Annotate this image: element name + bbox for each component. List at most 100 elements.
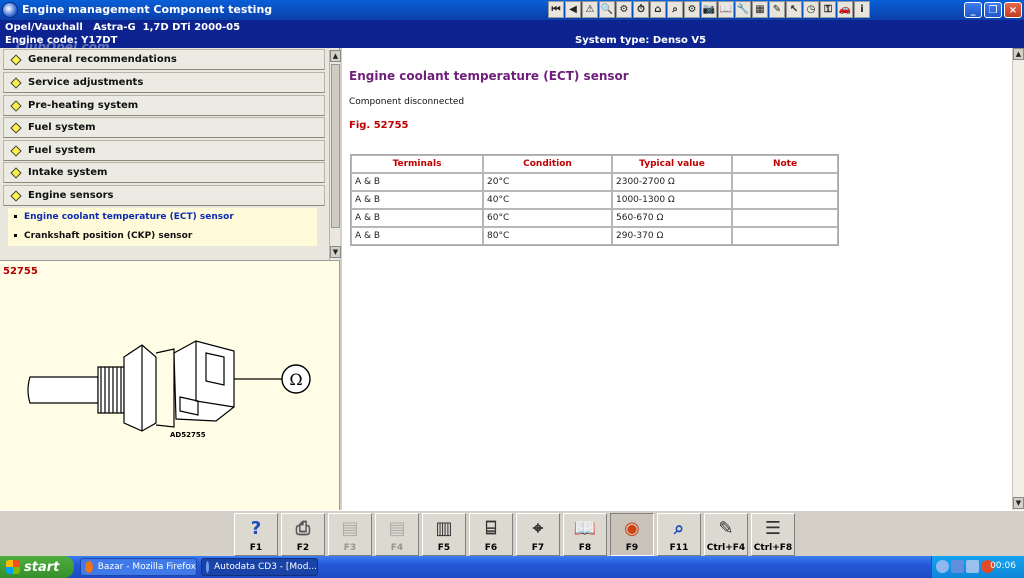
note-cell [732, 173, 838, 191]
scroll-up-arrow-icon[interactable]: ▲ [1013, 48, 1024, 60]
menu-item-service-adjustments[interactable]: Service adjustments [3, 72, 325, 93]
taskbar-item-autodata[interactable]: Autodata CD3 - [Mod... [201, 558, 318, 576]
key-icon[interactable]: ⚿ [820, 1, 836, 18]
windows-logo-icon [6, 560, 20, 574]
terminals-cell: A & B [351, 209, 483, 227]
content-scrollbar[interactable]: ▲ ▼ [1012, 48, 1024, 510]
figure-reference-link[interactable]: Fig. 52755 [349, 120, 409, 131]
function-key-label: F2 [296, 543, 310, 553]
calendar-icon[interactable]: ▦ [752, 1, 768, 18]
function-key-label: Ctrl+F4 [706, 543, 746, 553]
ohm-symbol: Ω [289, 370, 302, 389]
column-header-condition: Condition [483, 155, 612, 173]
table-row: A & B 20°C 2300-2700 Ω [351, 173, 838, 191]
settings-icon[interactable]: ⚙ [616, 1, 632, 18]
close-button[interactable]: × [1004, 2, 1022, 18]
diamond-icon [10, 189, 22, 202]
title-bar: Engine management Component testing ⏮ ◀ ⚠ 🔍… [0, 0, 1024, 20]
first-page-icon[interactable]: ⏮ [548, 1, 564, 18]
submenu-item-ckp-sensor[interactable]: Crankshaft position (CKP) sensor [14, 231, 192, 241]
previous-page-icon[interactable]: ◀ [565, 1, 581, 18]
menu-item-pre-heating-system[interactable]: Pre-heating system [3, 95, 325, 116]
minimize-button[interactable]: _ [964, 2, 982, 18]
network-icon[interactable] [951, 560, 964, 573]
component-icon: ▤ [388, 517, 406, 539]
function-key-ctrl-f4[interactable]: ✎ Ctrl+F4 [704, 513, 748, 556]
connector-icon: ⌸ [485, 517, 497, 539]
function-key-label: F9 [625, 543, 639, 553]
info-icon[interactable]: i [854, 1, 870, 18]
menu-item-engine-sensors[interactable]: Engine sensors [3, 185, 325, 206]
note-cell [732, 227, 838, 245]
function-key-label: F8 [578, 543, 592, 553]
function-key-label: F4 [390, 543, 404, 553]
column-header-note: Note [732, 155, 838, 173]
typical-value-cell: 290-370 Ω [612, 227, 732, 245]
book-icon[interactable]: 📖 [718, 1, 734, 18]
scroll-down-arrow-icon[interactable]: ▼ [330, 246, 341, 258]
function-key-label: F6 [484, 543, 498, 553]
function-key-f5[interactable]: ▥ F5 [422, 513, 466, 556]
volume-icon[interactable] [966, 560, 979, 573]
home-icon[interactable]: ⌂ [650, 1, 666, 18]
probe-icon: ⌖ [532, 517, 544, 539]
function-key-f8[interactable]: 📖 F8 [563, 513, 607, 556]
scroll-up-arrow-icon[interactable]: ▲ [330, 50, 341, 62]
function-key-f2[interactable]: ⎙ F2 [281, 513, 325, 556]
function-key-label: F3 [343, 543, 357, 553]
taskbar: start Bazar - Mozilla Firefox Autodata C… [0, 556, 1024, 578]
diamond-icon [10, 166, 22, 179]
zoom-icon[interactable]: 🔍 [599, 1, 615, 18]
firefox-icon [85, 561, 93, 573]
restore-button[interactable]: ❐ [984, 2, 1002, 18]
menu-item-intake-system[interactable]: Intake system [3, 162, 325, 183]
function-key-f6[interactable]: ⌸ F6 [469, 513, 513, 556]
function-key-f7[interactable]: ⌖ F7 [516, 513, 560, 556]
search-icon[interactable]: ⌕ [667, 1, 683, 18]
function-key-f11[interactable]: ⌕ F11 [657, 513, 701, 556]
list-icon: ☰ [764, 517, 782, 539]
scrollbar-thumb[interactable] [331, 64, 340, 228]
view-icon: ▤ [341, 517, 359, 539]
scroll-down-arrow-icon[interactable]: ▼ [1013, 497, 1024, 509]
window-title: Engine management Component testing [22, 3, 273, 16]
menu-item-general-recommendations[interactable]: General recommendations [3, 49, 325, 70]
bullet-icon [14, 234, 17, 237]
content-panel: Engine coolant temperature (ECT) sensor … [342, 48, 1024, 510]
function-key-label: F1 [249, 543, 263, 553]
function-key-ctrl-f8[interactable]: ☰ Ctrl+F8 [751, 513, 795, 556]
submenu-item-ect-sensor[interactable]: Engine coolant temperature (ECT) sensor [14, 212, 234, 222]
window-controls: _ ❐ × [964, 2, 1022, 18]
notes-icon[interactable]: ✎ [769, 1, 785, 18]
warning-icon[interactable]: ⚠ [582, 1, 598, 18]
terminals-cell: A & B [351, 173, 483, 191]
note-cell [732, 191, 838, 209]
help-icon: ? [250, 517, 262, 539]
diamond-icon [10, 53, 22, 66]
cursor-icon[interactable]: ↖ [786, 1, 802, 18]
menu-item-fuel-system[interactable]: Fuel system [3, 117, 325, 138]
car-icon[interactable]: 🚗 [837, 1, 853, 18]
back-icon[interactable] [936, 560, 949, 573]
function-key-label: F11 [669, 543, 689, 553]
function-key-f3: ▤ F3 [328, 513, 372, 556]
function-key-f9[interactable]: ◉ F9 [610, 513, 654, 556]
condition-cell: 20°C [483, 173, 612, 191]
document-icon: ▥ [435, 517, 453, 539]
function-key-label: F7 [531, 543, 545, 553]
menu-scrollbar[interactable]: ▲ ▼ [329, 50, 341, 260]
clock-icon[interactable]: ◷ [803, 1, 819, 18]
function-key-f1[interactable]: ? F1 [234, 513, 278, 556]
figure-caption: AD52755 [170, 431, 206, 439]
start-button[interactable]: start [0, 556, 74, 578]
typical-value-cell: 2300-2700 Ω [612, 173, 732, 191]
camera-icon[interactable]: 📷 [701, 1, 717, 18]
taskbar-item-firefox[interactable]: Bazar - Mozilla Firefox [80, 558, 197, 576]
diamond-icon [10, 144, 22, 157]
column-header-terminals: Terminals [351, 155, 483, 173]
wrench-icon[interactable]: 🔧 [735, 1, 751, 18]
typical-value-cell: 1000-1300 Ω [612, 191, 732, 209]
timer-icon[interactable]: ⏱ [633, 1, 649, 18]
engine-icon[interactable]: ⚙ [684, 1, 700, 18]
menu-item-fuel-system-2[interactable]: Fuel system [3, 140, 325, 161]
